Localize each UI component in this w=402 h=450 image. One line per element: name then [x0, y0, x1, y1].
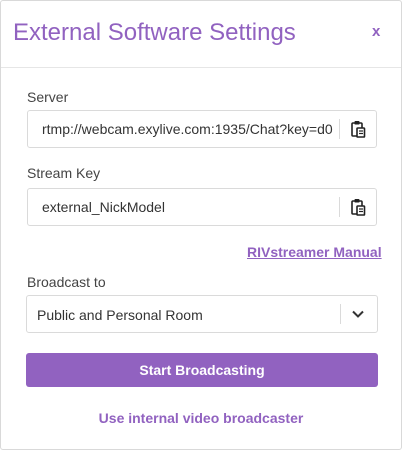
start-broadcasting-button[interactable]: Start Broadcasting — [26, 353, 378, 387]
external-software-settings-dialog: External Software Settings x Server rtmp… — [0, 0, 402, 450]
stream-key-label: Stream Key — [27, 165, 101, 181]
copy-server-clipboard-icon[interactable] — [350, 120, 366, 138]
rivstreamer-manual-link[interactable]: RIVstreamer Manual — [247, 244, 382, 260]
stream-key-value[interactable]: external_NickModel — [42, 199, 338, 215]
broadcast-to-label: Broadcast to — [27, 274, 106, 290]
use-internal-broadcaster-link[interactable]: Use internal video broadcaster — [1, 410, 401, 426]
broadcast-select-divider — [340, 304, 341, 324]
close-button[interactable]: x — [372, 23, 380, 40]
dialog-header: External Software Settings x — [1, 1, 401, 68]
chevron-down-icon[interactable] — [351, 308, 365, 320]
dialog-title: External Software Settings — [13, 19, 296, 46]
server-field[interactable]: rtmp://webcam.exylive.com:1935/Chat?key=… — [27, 110, 377, 148]
broadcast-to-select[interactable]: Public and Personal Room — [26, 295, 378, 333]
broadcast-to-selected-value: Public and Personal Room — [37, 307, 203, 323]
stream-key-field-divider — [339, 197, 340, 217]
server-value[interactable]: rtmp://webcam.exylive.com:1935/Chat?key=… — [42, 121, 338, 137]
copy-stream-key-clipboard-icon[interactable] — [350, 198, 366, 216]
server-field-divider — [339, 119, 340, 139]
stream-key-field[interactable]: external_NickModel — [27, 188, 377, 226]
server-label: Server — [27, 89, 69, 105]
